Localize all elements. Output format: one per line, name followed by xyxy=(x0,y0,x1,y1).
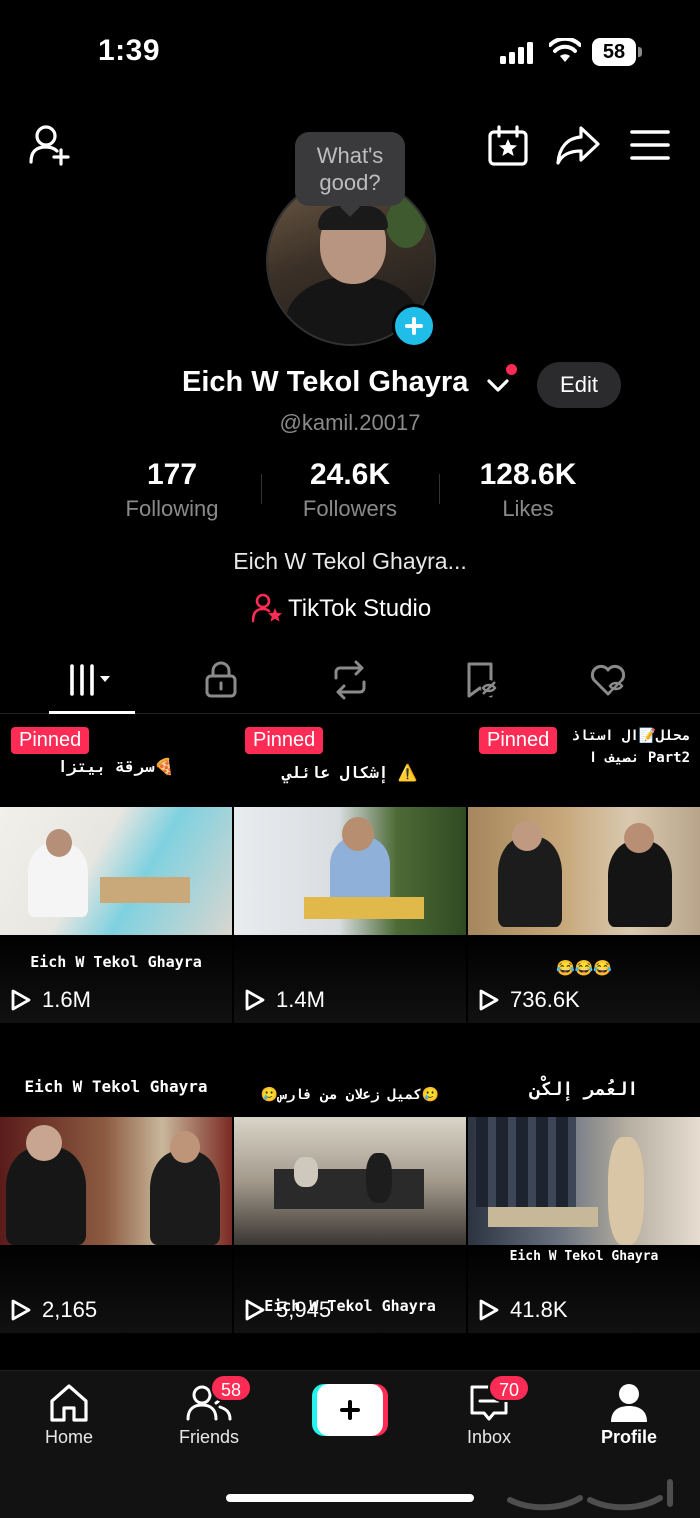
play-icon xyxy=(245,989,265,1011)
stat-following[interactable]: 177 Following xyxy=(82,458,262,522)
view-count-label: 2,165 xyxy=(42,1297,98,1322)
friends-badge: 58 xyxy=(210,1374,253,1402)
nav-profile[interactable]: Profile xyxy=(574,1381,684,1461)
add-story-button[interactable] xyxy=(392,304,436,348)
calendar-star-icon[interactable] xyxy=(486,124,530,168)
add-friend-icon[interactable] xyxy=(28,122,74,168)
view-count-label: 41.8K xyxy=(510,1297,568,1322)
view-count: 2,165 xyxy=(10,1295,97,1325)
nav-inbox-label: Inbox xyxy=(466,1427,512,1447)
pinned-badge: Pinned xyxy=(11,727,90,754)
view-count-label: 5,945 xyxy=(276,1297,332,1322)
video-thumbnail xyxy=(234,1117,466,1245)
view-count: 1.6M xyxy=(10,985,91,1015)
chevron-down-icon[interactable] xyxy=(486,376,510,394)
notification-dot xyxy=(506,364,517,375)
video-tile[interactable]: 🥲كميل زعلان من فارس🥲 Eich W Tekol Ghayra… xyxy=(234,1025,466,1333)
play-icon xyxy=(245,1299,265,1321)
view-count-label: 736.6K xyxy=(510,987,580,1012)
stat-likes[interactable]: 128.6K Likes xyxy=(438,458,618,522)
status-bubble[interactable]: What's good? xyxy=(295,132,405,206)
status-bar: 1:39 58 xyxy=(0,0,700,100)
edit-profile-button[interactable]: Edit xyxy=(537,362,621,408)
view-count: 1.4M xyxy=(244,985,325,1015)
video-thumbnail xyxy=(0,807,232,935)
video-tile[interactable]: العُمر إلكْن Eich W Tekol Ghayra 41.8K xyxy=(468,1025,700,1333)
tab-reposts[interactable] xyxy=(305,650,395,712)
view-count: 5,945 xyxy=(244,1295,331,1325)
profile-tabs xyxy=(0,650,700,714)
play-icon xyxy=(479,989,499,1011)
home-indicator xyxy=(226,1494,474,1502)
likes-count: 128.6K xyxy=(479,458,577,491)
play-icon xyxy=(479,1299,499,1321)
video-tile[interactable]: محلل📝ال استاذ نصيف ا Part2 😂😂😂 Pinned 73… xyxy=(468,715,700,1023)
lock-icon xyxy=(205,661,237,698)
tab-videos[interactable] xyxy=(47,650,137,712)
video-caption-top: سرقة بيتزا🍕 xyxy=(57,757,175,776)
wifi-icon xyxy=(549,38,581,62)
signal-icon xyxy=(500,42,533,64)
home-icon xyxy=(50,1384,88,1422)
repost-icon xyxy=(334,660,366,700)
video-caption-top: Eich W Tekol Ghayra xyxy=(24,1077,208,1096)
video-thumbnail xyxy=(0,1117,232,1245)
view-count-label: 1.6M xyxy=(42,987,91,1012)
stat-followers[interactable]: 24.6K Followers xyxy=(260,458,440,522)
followers-count: 24.6K xyxy=(309,458,391,491)
nav-profile-label: Profile xyxy=(600,1427,657,1447)
watermark-logo xyxy=(507,1479,673,1511)
video-caption-bottom: Eich W Tekol Ghayra xyxy=(509,1249,659,1264)
menu-icon[interactable] xyxy=(630,128,670,162)
view-count: 41.8K xyxy=(478,1295,568,1325)
tab-private[interactable] xyxy=(176,650,266,712)
play-icon xyxy=(11,989,31,1011)
username: @kamil.20017 xyxy=(279,410,421,435)
tab-liked[interactable] xyxy=(563,650,653,712)
status-time: 1:39 xyxy=(98,34,161,67)
play-icon xyxy=(11,1299,31,1321)
battery-level: 58 xyxy=(592,38,636,66)
studio-label: TikTok Studio xyxy=(288,595,432,622)
view-count-label: 1.4M xyxy=(276,987,325,1012)
video-caption-bottom: Eich W Tekol Ghayra xyxy=(30,953,202,971)
liked-hidden-icon xyxy=(590,664,626,696)
video-caption-top: العُمر إلكْن xyxy=(529,1079,639,1100)
active-tab-indicator xyxy=(49,711,135,714)
video-tile[interactable]: Eich W Tekol Ghayra 2,165 xyxy=(0,1025,232,1333)
inbox-badge: 70 xyxy=(488,1374,531,1402)
video-thumbnail xyxy=(468,1117,700,1245)
share-icon[interactable] xyxy=(555,124,601,166)
battery-icon: 58 xyxy=(592,38,642,66)
video-caption-top: 🥲كميل زعلان من فارس🥲 xyxy=(260,1087,440,1103)
video-thumbnail xyxy=(234,807,466,935)
nav-home-label: Home xyxy=(44,1427,93,1447)
create-button[interactable] xyxy=(312,1384,388,1436)
tab-favorites[interactable] xyxy=(436,650,526,712)
pinned-badge: Pinned xyxy=(479,727,558,754)
following-count: 177 xyxy=(146,458,198,491)
video-tile[interactable]: إشكال عائلي ⚠️ Pinned 1.4M xyxy=(234,715,466,1023)
video-caption-bottom: 😂😂😂 xyxy=(555,959,613,977)
likes-label: Likes xyxy=(502,496,554,521)
pinned-badge: Pinned xyxy=(245,727,324,754)
profile-name[interactable]: Eich W Tekol Ghayra xyxy=(182,366,468,399)
bookmark-hidden-icon xyxy=(467,662,497,698)
battery-tip xyxy=(638,47,642,57)
following-label: Following xyxy=(125,496,219,521)
nav-friends-label: Friends xyxy=(178,1427,240,1447)
video-tile[interactable]: سرقة بيتزا🍕 Eich W Tekol Ghayra Pinned 1… xyxy=(0,715,232,1023)
studio-person-star-icon xyxy=(252,593,282,623)
profile-icon xyxy=(611,1384,647,1422)
plus-icon xyxy=(317,1384,383,1436)
nav-home[interactable]: Home xyxy=(14,1381,124,1461)
videos-grid-icon xyxy=(70,664,110,696)
video-caption-top: إشكال عائلي ⚠️ xyxy=(282,763,418,782)
profile-bio[interactable]: Eich W Tekol Ghayra... xyxy=(0,548,700,575)
followers-label: Followers xyxy=(302,496,398,521)
video-thumbnail xyxy=(468,807,700,935)
view-count: 736.6K xyxy=(478,985,580,1015)
